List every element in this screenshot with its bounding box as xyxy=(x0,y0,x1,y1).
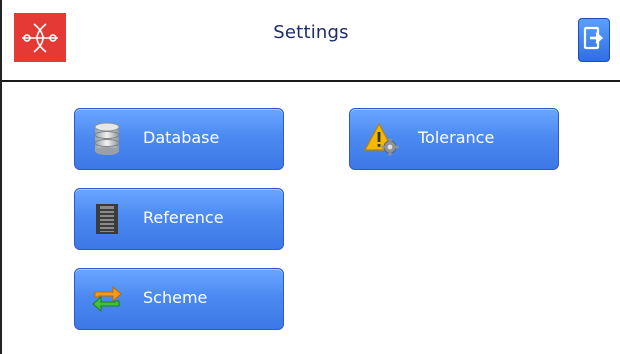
scheme-button-label: Scheme xyxy=(143,287,208,307)
film-strip-icon xyxy=(89,201,125,237)
page-title: Settings xyxy=(273,22,349,43)
header-bar: Settings xyxy=(2,0,620,82)
database-button[interactable]: Database xyxy=(74,108,284,170)
exit-button[interactable] xyxy=(578,18,610,62)
sync-arrows-icon xyxy=(89,281,125,317)
exit-icon xyxy=(583,26,605,54)
tolerance-button[interactable]: Tolerance xyxy=(349,108,559,170)
reference-button[interactable]: Reference xyxy=(74,188,284,250)
database-button-label: Database xyxy=(143,127,220,147)
scheme-button[interactable]: Scheme xyxy=(74,268,284,330)
warning-gear-icon xyxy=(364,121,400,157)
reference-button-label: Reference xyxy=(143,207,224,227)
tolerance-button-label: Tolerance xyxy=(418,127,495,147)
database-icon xyxy=(89,121,125,157)
